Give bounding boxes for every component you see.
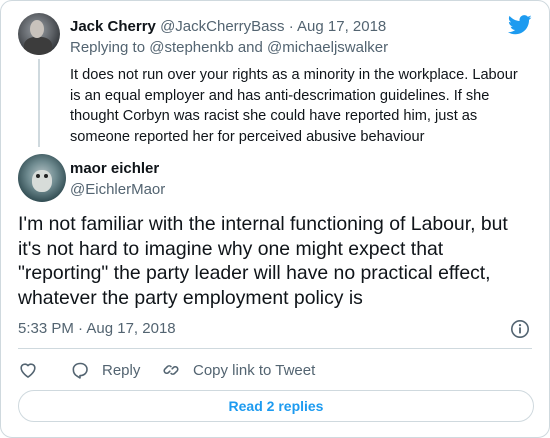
action-divider <box>18 348 532 349</box>
mention-link-2[interactable]: @michaeljswalker <box>267 39 388 56</box>
main-author-avatar[interactable] <box>18 154 66 202</box>
heart-icon <box>20 363 36 378</box>
parent-tweet-text: It does not run over your rights as a mi… <box>70 67 518 145</box>
parent-author-name[interactable]: Jack Cherry <box>70 18 156 35</box>
parent-author-avatar[interactable] <box>18 13 60 55</box>
avatar-figure-face <box>30 20 44 38</box>
speech-bubble-icon <box>72 362 88 379</box>
replying-prefix: Replying to <box>70 39 146 56</box>
copy-link-button[interactable]: Copy link to Tweet <box>161 358 315 382</box>
header-separator: · <box>288 18 294 35</box>
parent-tweet-date[interactable]: Aug 17, 2018 <box>297 18 386 35</box>
tweet-time[interactable]: 5:33 PM <box>18 320 74 337</box>
twitter-bird-icon[interactable] <box>508 15 532 35</box>
reply-button[interactable]: Reply <box>70 358 140 382</box>
parent-tweet-header: Jack Cherry @JackCherryBass · Aug 17, 20… <box>70 18 386 36</box>
tweet-embed-card: Jack Cherry @JackCherryBass · Aug 17, 20… <box>0 0 550 438</box>
replying-to-line: Replying to @stephenkb and @michaeljswal… <box>70 39 388 57</box>
avatar-dog-eye <box>36 174 40 178</box>
read-replies-button[interactable]: Read 2 replies <box>18 390 534 422</box>
replying-and: and <box>237 39 263 56</box>
timestamp-separator: · <box>78 320 84 337</box>
reply-label: Reply <box>102 361 141 379</box>
mention-link-1[interactable]: @stephenkb <box>149 39 233 56</box>
tweet-date[interactable]: Aug 17, 2018 <box>86 320 175 337</box>
avatar-figure-body <box>24 37 52 55</box>
link-icon <box>163 365 179 375</box>
like-button[interactable] <box>18 358 38 382</box>
copy-link-label: Copy link to Tweet <box>193 361 316 379</box>
main-tweet-timestamp[interactable]: 5:33 PM · Aug 17, 2018 <box>18 320 176 338</box>
info-icon[interactable] <box>510 319 530 339</box>
thread-connector-line <box>38 59 40 147</box>
main-tweet-text: I'm not familiar with the internal funct… <box>18 213 508 309</box>
avatar-dog-snout <box>32 170 52 192</box>
main-author-name[interactable]: maor eichler <box>70 160 159 178</box>
main-author-handle[interactable]: @EichlerMaor <box>70 181 165 199</box>
avatar-dog-eye <box>44 174 48 178</box>
parent-author-handle[interactable]: @JackCherryBass <box>160 18 284 35</box>
